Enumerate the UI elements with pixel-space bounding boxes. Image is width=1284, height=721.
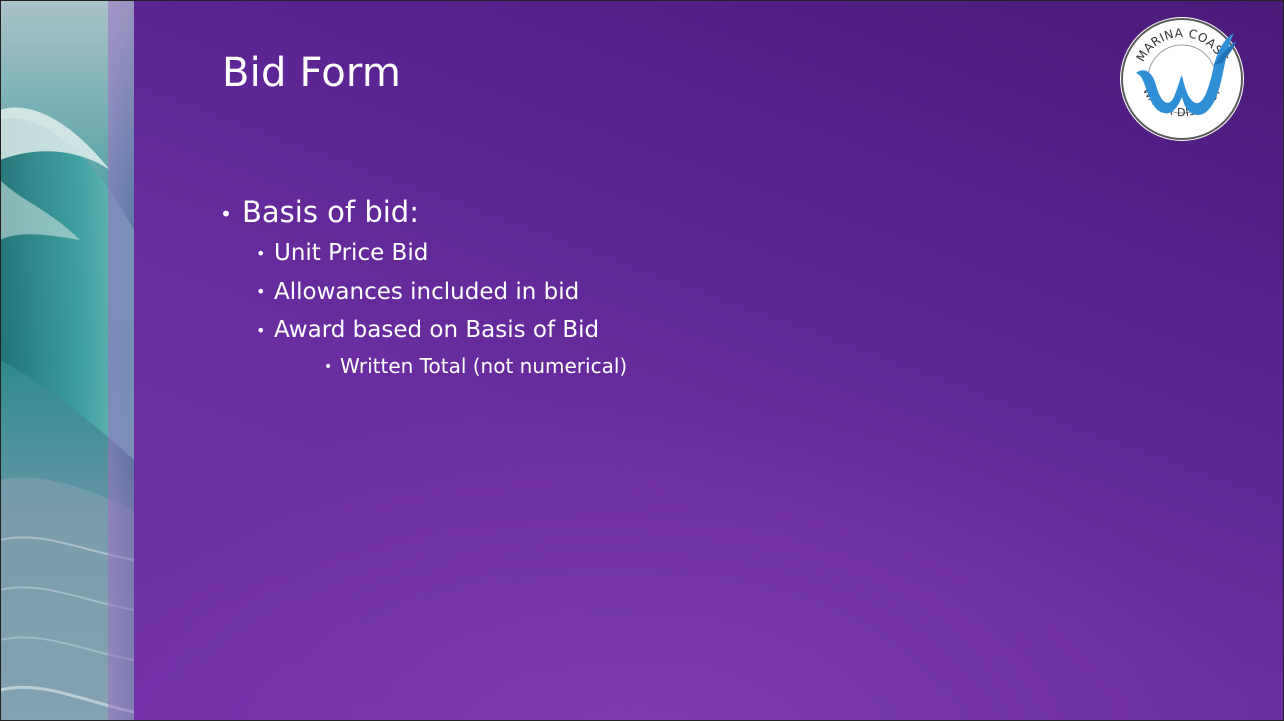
slide-frame — [0, 0, 1284, 721]
bullet-text: Unit Price Bid — [274, 240, 429, 266]
bullet-list: • Basis of bid: • Unit Price Bid • Allowanc… — [220, 192, 627, 383]
bullet-item-award-based: • Award based on Basis of Bid — [220, 311, 627, 350]
bullet-marker: • — [324, 359, 333, 375]
bullet-marker: • — [256, 282, 266, 301]
bullet-marker: • — [256, 243, 266, 263]
wave-color-band — [108, 0, 134, 721]
bullet-item-written-total: • Written Total (not numerical) — [220, 350, 627, 384]
bullet-text: Basis of bid: — [242, 195, 419, 229]
bullet-text: Allowances included in bid — [274, 278, 580, 305]
slide-title: Bid Form — [222, 50, 402, 96]
wave-image — [0, 0, 134, 721]
bullet-text: Written Total (not numerical) — [340, 353, 628, 378]
bullet-item-allowances: • Allowances included in bid — [220, 273, 627, 312]
water-drop-w-logo: MARINA COAST WATER DISTRICT — [1120, 17, 1244, 141]
slide: Bid Form MARINA COAST WATER DISTRICT • Ba… — [0, 0, 1284, 721]
bullet-item-unit-price-bid: • Unit Price Bid — [220, 234, 627, 273]
bullet-item-basis-of-bid: • Basis of bid: — [220, 192, 627, 234]
bullet-marker: • — [256, 320, 266, 340]
bullet-marker: • — [220, 202, 232, 226]
bullet-text: Award based on Basis of Bid — [274, 317, 600, 343]
